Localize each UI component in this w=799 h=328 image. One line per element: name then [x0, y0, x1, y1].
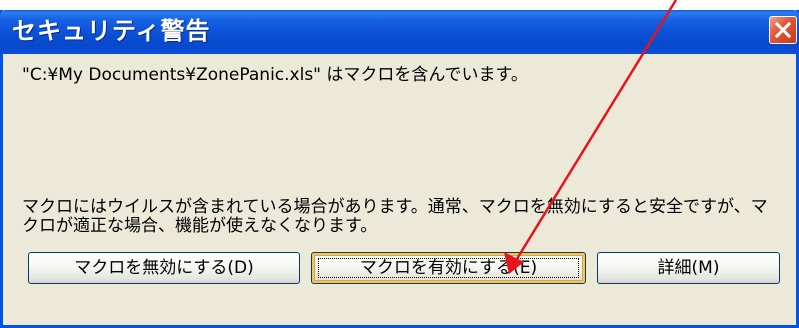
- title-bar[interactable]: セキュリティ警告: [0, 10, 799, 54]
- close-icon: [775, 22, 791, 38]
- window-title: セキュリティ警告: [12, 17, 211, 45]
- disable-macros-button[interactable]: マクロを無効にする(D): [28, 252, 300, 284]
- details-label: 詳細(M): [657, 258, 720, 278]
- file-notice-text: "C:¥My Documents¥ZonePanic.xls" はマクロを含んで…: [22, 65, 528, 85]
- macro-warning-text: マクロにはウイルスが含まれている場合があります。通常、マクロを無効にすると安全で…: [22, 197, 768, 236]
- disable-macros-label: マクロを無効にする(D): [74, 258, 254, 278]
- enable-macros-label: マクロを有効にする(E): [359, 258, 538, 278]
- details-button[interactable]: 詳細(M): [597, 252, 780, 284]
- enable-macros-button[interactable]: マクロを有効にする(E): [311, 252, 586, 284]
- close-button[interactable]: [769, 16, 797, 44]
